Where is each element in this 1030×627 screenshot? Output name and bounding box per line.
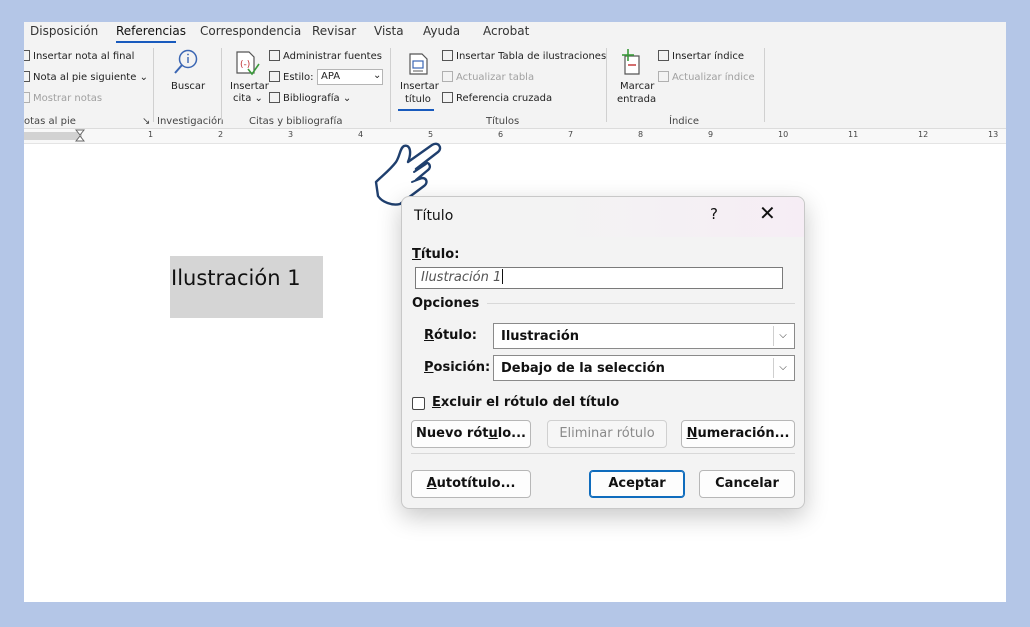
position-select[interactable]: Debajo de la selección ⌵ xyxy=(493,355,795,381)
exclude-label-text: Excluir el rótulo del título xyxy=(432,395,620,410)
ruler-number: 3 xyxy=(288,130,294,139)
dialog-launcher-icon[interactable]: ↘ xyxy=(142,116,150,127)
bibliography-button[interactable]: Bibliografía ⌄ xyxy=(269,92,351,104)
update-table-icon xyxy=(442,71,453,82)
chevron-down-icon: ⌵ xyxy=(773,326,792,346)
new-label-button[interactable]: Nuevo rótulo... xyxy=(411,420,531,448)
bibliography-icon xyxy=(269,92,280,103)
tab-review[interactable]: Revisar xyxy=(312,24,356,38)
ruler-margin xyxy=(24,132,82,140)
ruler-number: 12 xyxy=(918,130,929,139)
style-select[interactable]: APA ⌄ xyxy=(317,69,383,85)
options-label: Opciones xyxy=(412,296,480,311)
cross-reference-icon xyxy=(442,92,453,103)
insert-caption-icon xyxy=(409,53,428,75)
svg-text:(-): (-) xyxy=(240,60,250,70)
group-separator xyxy=(221,48,222,122)
group-separator xyxy=(606,48,607,122)
manage-sources-icon xyxy=(269,50,280,61)
show-notes-icon xyxy=(24,92,30,103)
position-field-label: Posición: xyxy=(424,360,491,375)
caption-input[interactable]: Ilustración 1 xyxy=(415,267,783,289)
group-separator xyxy=(390,48,391,122)
word-window: Disposición Referencias Correspondencia … xyxy=(24,22,1006,602)
insert-table-of-figures-button[interactable]: Insertar Tabla de ilustraciones xyxy=(442,50,606,62)
numbering-button[interactable]: Numeración... xyxy=(681,420,795,448)
endnote-icon xyxy=(24,50,30,61)
tab-mailings[interactable]: Correspondencia xyxy=(200,24,301,38)
update-index-button[interactable]: Actualizar índice xyxy=(658,71,755,83)
label-select[interactable]: Ilustración ⌵ xyxy=(493,323,795,349)
ribbon: Insertar nota al final Nota al pie sigui… xyxy=(24,44,1006,129)
group-label-footnotes: otas al pie xyxy=(24,116,76,127)
ruler-number: 13 xyxy=(988,130,999,139)
next-footnote-icon xyxy=(24,71,30,82)
document-selected-text[interactable]: Ilustración 1 xyxy=(171,266,301,290)
caption-dialog: Título ? ✕ Título: Ilustración 1 Opcione… xyxy=(401,196,805,509)
dialog-title: Título xyxy=(414,208,454,224)
mark-entry-icon xyxy=(622,49,640,75)
cancel-button[interactable]: Cancelar xyxy=(699,470,795,498)
citation-icon: (-) xyxy=(236,51,260,76)
chevron-down-icon: ⌄ xyxy=(373,70,382,81)
search-icon xyxy=(174,49,198,74)
exclude-label-checkbox[interactable] xyxy=(412,397,425,410)
ribbon-tab-bar: Disposición Referencias Correspondencia … xyxy=(24,22,1006,44)
autocaption-button[interactable]: Autotítulo... xyxy=(411,470,531,498)
ruler-number: 11 xyxy=(848,130,859,139)
group-separator xyxy=(764,48,765,122)
caption-label: Título: xyxy=(412,247,460,262)
active-tab-indicator xyxy=(116,41,176,43)
horizontal-ruler[interactable]: 1 2 3 4 5 6 7 8 9 10 11 12 13 xyxy=(24,129,1006,144)
ruler-number: 4 xyxy=(358,130,364,139)
tab-layout[interactable]: Disposición xyxy=(30,24,98,38)
insert-endnote-button[interactable]: Insertar nota al final xyxy=(24,50,134,62)
update-index-icon xyxy=(658,71,669,82)
cross-reference-button[interactable]: Referencia cruzada xyxy=(442,92,552,104)
tab-help[interactable]: Ayuda xyxy=(423,24,460,38)
insert-index-button[interactable]: Insertar índice xyxy=(658,50,744,62)
ruler-number: 1 xyxy=(148,130,154,139)
style-label: Estilo: xyxy=(269,71,314,83)
ruler-number: 8 xyxy=(638,130,644,139)
group-label-citations: Citas y bibliografía xyxy=(249,116,343,127)
ruler-number: 2 xyxy=(218,130,224,139)
insert-index-icon xyxy=(658,50,669,61)
group-label-index: Índice xyxy=(669,116,700,127)
ruler-number: 7 xyxy=(568,130,574,139)
tab-acrobat[interactable]: Acrobat xyxy=(483,24,529,38)
ruler-number: 9 xyxy=(708,130,714,139)
update-table-button[interactable]: Actualizar tabla xyxy=(442,71,534,83)
text-cursor xyxy=(502,269,504,284)
indent-marker-icon xyxy=(75,129,85,142)
delete-label-button[interactable]: Eliminar rótulo xyxy=(547,420,667,448)
group-separator xyxy=(153,48,154,122)
tab-references[interactable]: Referencias xyxy=(116,24,186,38)
chevron-down-icon: ⌵ xyxy=(773,358,792,378)
group-label-captions: Títulos xyxy=(486,116,520,127)
next-footnote-button[interactable]: Nota al pie siguiente ⌄ xyxy=(24,71,148,83)
dialog-titlebar: Título ? ✕ xyxy=(402,197,804,237)
caption-button-highlight xyxy=(398,109,434,111)
table-of-figures-icon xyxy=(442,50,453,61)
ruler-number: 10 xyxy=(778,130,789,139)
options-divider xyxy=(487,303,795,304)
show-notes-button[interactable]: Mostrar notas xyxy=(24,92,102,104)
chevron-down-icon: ⌄ xyxy=(139,72,148,83)
manage-sources-button[interactable]: Administrar fuentes xyxy=(269,50,382,62)
dialog-divider xyxy=(411,453,795,454)
ruler-number: 6 xyxy=(498,130,504,139)
style-icon xyxy=(269,71,280,82)
close-icon[interactable]: ✕ xyxy=(759,201,776,225)
tab-view[interactable]: Vista xyxy=(374,24,404,38)
group-label-research: Investigación xyxy=(157,116,224,127)
label-field-label: Rótulo: xyxy=(424,328,478,343)
help-icon[interactable]: ? xyxy=(710,205,718,223)
ok-button[interactable]: Aceptar xyxy=(589,470,685,498)
